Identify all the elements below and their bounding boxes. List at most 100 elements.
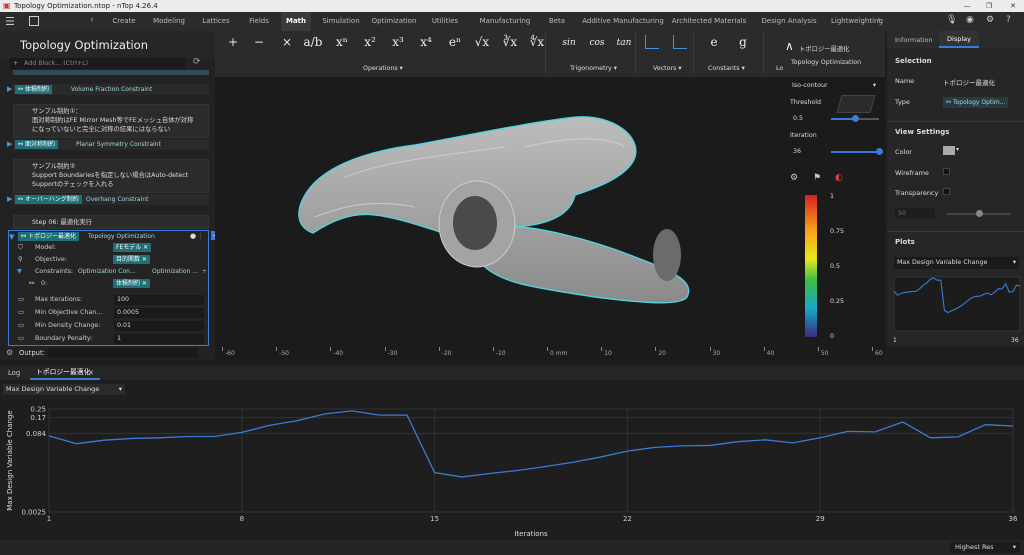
math-symbol-button[interactable]: + <box>221 35 245 49</box>
add-block-input[interactable]: + Add Block... (Ctrl+L) <box>10 58 185 69</box>
math-symbol-button[interactable]: x² <box>358 35 382 49</box>
trigonometry-group[interactable]: Trigonometry ▾ <box>570 65 617 72</box>
output-field[interactable] <box>48 348 198 358</box>
symmetry-constraint-block[interactable]: ▶ ⚯ 面対称制約 Planar Symmetry Constraint <box>7 139 209 150</box>
tab-information[interactable]: Information <box>895 36 933 44</box>
vectors-group[interactable]: Vectors ▾ <box>653 65 682 72</box>
model-value-tag[interactable]: FEモデル ✕ <box>113 243 152 252</box>
chart-metric-select[interactable]: Max Design Variable Change ▾ <box>3 384 125 395</box>
volume-constraint-tag[interactable]: ⚯ 体積制約 <box>15 85 52 94</box>
microphone-icon[interactable]: 🎙 <box>946 15 957 25</box>
settings-icon[interactable]: ⚙ <box>986 15 994 25</box>
slider-handle[interactable] <box>852 115 859 122</box>
tab-design-analysis[interactable]: Design Analysis <box>756 12 822 31</box>
tab-modeling[interactable]: Modeling <box>147 12 191 31</box>
math-symbol-button[interactable]: cos <box>585 38 609 48</box>
math-symbol-button[interactable]: x³ <box>386 35 410 49</box>
help-icon[interactable]: ? <box>1006 15 1011 25</box>
math-symbol-button[interactable]: a/b <box>301 35 325 49</box>
scroll-left-icon[interactable]: ‹ <box>90 15 94 25</box>
tab-fields[interactable]: Fields <box>241 12 277 31</box>
overhang-constraint-block[interactable]: ▶ ⚯ オーバーハング制約 Overhang Constraint <box>7 194 209 205</box>
3d-viewport[interactable]: ∧ トポロジー最適化 Topology Optimization Iso-con… <box>215 39 885 347</box>
more-icon[interactable]: ⋮ <box>197 232 204 240</box>
wireframe-checkbox[interactable] <box>943 168 950 175</box>
transparency-slider[interactable] <box>947 210 1011 217</box>
scroll-right-icon[interactable]: › <box>877 15 881 25</box>
tab-math[interactable]: Math <box>281 12 311 31</box>
math-symbol-button[interactable]: − <box>247 35 271 49</box>
math-symbol-button[interactable]: g <box>731 35 755 49</box>
slider-handle[interactable] <box>976 210 983 217</box>
tab-utilities[interactable]: Utilities <box>422 12 468 31</box>
constants-group[interactable]: Constants ▾ <box>708 65 745 72</box>
tab-lightweighting[interactable]: Lightweighting <box>831 12 883 31</box>
constraint-value-tag[interactable]: 体積制約 ✕ <box>113 279 150 288</box>
iteration-input[interactable]: 36 <box>790 146 826 158</box>
tab-beta[interactable]: Beta <box>544 12 570 31</box>
math-symbol-button[interactable]: e <box>702 35 726 49</box>
pin-icon[interactable]: ⚑ <box>813 173 821 183</box>
volume-constraint-block[interactable]: ▶ ⚯ 体積制約 Volume Fraction Constraint <box>7 84 209 95</box>
maximize-icon[interactable]: ❐ <box>982 0 996 12</box>
dropdown-icon[interactable]: ▾ <box>956 146 959 153</box>
expand-icon[interactable]: ▶ <box>7 140 12 148</box>
transparency-checkbox[interactable] <box>943 188 950 195</box>
close-tab-icon[interactable]: ✕ <box>88 369 94 377</box>
overhang-constraint-tag[interactable]: ⚯ オーバーハング制約 <box>15 195 82 204</box>
logic-group[interactable]: Lo <box>776 65 783 72</box>
math-symbol-button[interactable]: eⁿ <box>443 35 467 49</box>
math-symbol-button[interactable]: sin <box>557 38 581 48</box>
topology-optimization-tag[interactable]: ⚯ トポロジー最適化 <box>18 232 79 241</box>
graphics-quality-select[interactable]: Highest Res ▾ <box>950 542 1020 553</box>
gear-icon[interactable]: ⚙ <box>6 348 13 357</box>
math-symbol-button[interactable]: x⁴ <box>414 35 438 49</box>
parameter-input[interactable]: 0.0005 <box>114 308 204 318</box>
transparency-input[interactable]: 50 <box>895 208 935 219</box>
iteration-slider[interactable] <box>831 148 883 155</box>
math-symbol-button[interactable]: × <box>275 35 299 49</box>
tab-lattices[interactable]: Lattices <box>193 12 239 31</box>
color-swatch[interactable] <box>943 146 955 155</box>
topology-optimization-block[interactable]: ▼ ⚯ トポロジー最適化 Topology Optimization ● ⋮ ⛉… <box>8 230 209 346</box>
add-constraint-icon[interactable]: + <box>202 266 207 278</box>
threshold-input[interactable]: 0.5 <box>790 113 826 125</box>
slider-handle[interactable] <box>876 148 883 155</box>
gear-icon[interactable]: ⚙ <box>790 173 798 183</box>
hamburger-icon[interactable]: ☰ <box>5 15 15 28</box>
objective-value-tag[interactable]: 目的関数 ✕ <box>113 255 150 264</box>
vector-icon[interactable] <box>640 35 664 52</box>
tab-optimization[interactable]: Optimization <box>369 12 419 31</box>
collapse-icon[interactable]: ▼ <box>17 266 22 278</box>
expand-icon[interactable]: ▶ <box>7 85 12 93</box>
collapse-icon[interactable]: ▼ <box>9 233 14 241</box>
operations-group[interactable]: Operations ▾ <box>363 65 403 72</box>
plot-select[interactable]: Max Design Variable Change ▾ <box>894 257 1019 269</box>
tab-simulation[interactable]: Simulation <box>316 12 366 31</box>
parameter-input[interactable]: 100 <box>114 295 204 305</box>
vector-icon[interactable] <box>668 35 692 52</box>
panel-toggle-icon[interactable] <box>29 16 39 26</box>
mode-select[interactable]: Iso-contour ▾ <box>789 80 879 92</box>
tab-manufacturing[interactable]: Manufacturing <box>471 12 539 31</box>
color-icon[interactable]: ◐ <box>835 173 843 183</box>
model-view[interactable] <box>215 77 885 347</box>
parameter-input[interactable]: 1 <box>114 334 204 344</box>
refresh-icon[interactable]: ⟳ <box>193 57 201 67</box>
tab-log[interactable]: Log <box>8 369 20 377</box>
tab-architected-materials[interactable]: Architected Materials <box>669 12 749 31</box>
tab-display[interactable]: Display <box>939 31 979 48</box>
minimize-icon[interactable]: — <box>960 0 974 12</box>
math-symbol-button[interactable]: ∛x <box>498 35 522 49</box>
user-icon[interactable]: ◉ <box>966 15 974 25</box>
tab-create[interactable]: Create <box>104 12 144 31</box>
math-symbol-button[interactable]: √x <box>470 35 494 49</box>
close-icon[interactable]: ✕ <box>1006 0 1020 12</box>
expand-icon[interactable]: ▶ <box>7 195 12 203</box>
parameter-input[interactable]: 0.01 <box>114 321 204 331</box>
threshold-slider[interactable] <box>831 115 879 122</box>
math-symbol-button[interactable]: xⁿ <box>330 35 354 49</box>
math-symbol-button[interactable]: tan <box>612 38 636 48</box>
tab-additive-manufacturing[interactable]: Additive Manufacturing <box>582 12 664 31</box>
symmetry-constraint-tag[interactable]: ⚯ 面対称制約 <box>15 140 58 149</box>
